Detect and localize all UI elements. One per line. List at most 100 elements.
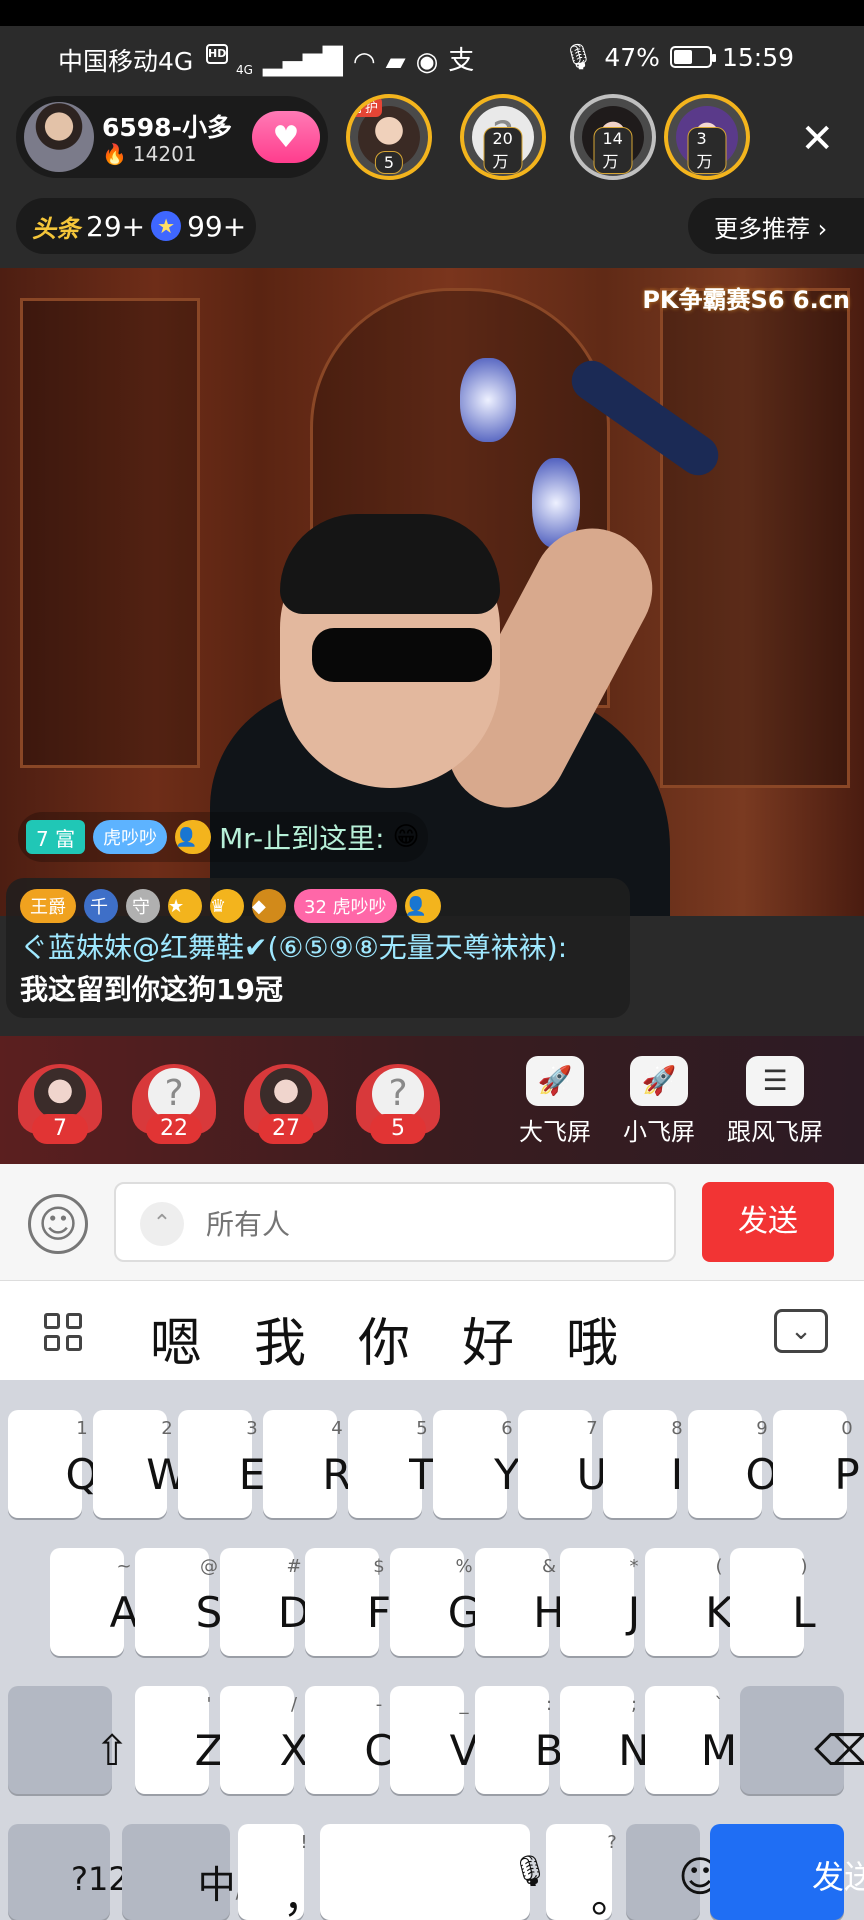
key-s[interactable]: @ S (135, 1548, 222, 1656)
battery-icon (669, 46, 716, 68)
chat-text: 我这留到你这狗19冠 (20, 973, 283, 1006)
alipay-icon: 支 (448, 46, 475, 76)
key-u[interactable]: 7U (518, 1410, 607, 1518)
guard-badge: 3万 (687, 127, 727, 174)
fire-icon: 🔥 (102, 142, 127, 166)
chat-emoji: 😁 (392, 822, 420, 852)
emoji-button[interactable]: ☺ (28, 1194, 88, 1254)
small-fly-screen-button[interactable]: 🚀 小飞屏 (614, 1056, 704, 1147)
space-key[interactable]: 🎙 (320, 1824, 549, 1920)
key-m[interactable]: ` M (645, 1686, 737, 1794)
key-f[interactable]: $ F (305, 1548, 391, 1656)
key-i[interactable]: 8I (603, 1410, 683, 1518)
key-x[interactable]: / X (220, 1686, 308, 1794)
guard-avatar-2[interactable]: ? 20万 (460, 94, 546, 180)
host-avatar[interactable] (24, 102, 94, 172)
star-count: 99+ (187, 209, 247, 243)
candidate-5[interactable]: 哦 (566, 1301, 618, 1376)
shift-key[interactable]: ⇧ (8, 1686, 130, 1794)
candidate-2[interactable]: 我 (254, 1301, 306, 1376)
rocket-icon: 🚀 (630, 1056, 688, 1106)
chat-message-2[interactable]: 王爵 千 守 ★ ♛ ◆ 32 虎吵吵 👤 ぐ蓝妹妹@红舞鞋✔(⑥⑤⑨⑧无量天尊… (6, 878, 630, 1018)
numeric-key[interactable]: ?123 (8, 1824, 149, 1920)
comma-key[interactable]: !， (238, 1824, 325, 1920)
key-r[interactable]: 4R (263, 1410, 352, 1518)
host-header: 6598-小多 🔥14201 ♥ 守护 5 ? 20万 14万 3万 ✕ 头条 … (0, 86, 864, 268)
candidate-3[interactable]: 你 (358, 1301, 410, 1376)
grid-icon[interactable] (44, 1313, 84, 1353)
key-o[interactable]: 9O (688, 1410, 779, 1518)
level-badge: 7 富 (26, 820, 86, 854)
camera-icon: ▰ (385, 47, 406, 77)
key-a[interactable]: ~ A (50, 1548, 138, 1656)
gift-count: 5 (370, 1114, 426, 1144)
keyboard-send-key[interactable]: 发送 (710, 1824, 864, 1920)
chat-username: Mr-止到这里: (219, 822, 385, 855)
gift-4[interactable]: ? 5 (348, 1058, 448, 1152)
toutiao-count: 29+ (86, 209, 146, 243)
guard-avatar-3[interactable]: 14万 (570, 94, 656, 180)
follow-button[interactable]: ♥ (252, 111, 320, 163)
backspace-key[interactable]: ⌫ (740, 1686, 864, 1794)
gift-1[interactable]: 7 (10, 1058, 110, 1152)
big-fly-screen-button[interactable]: 🚀 大飞屏 (510, 1056, 600, 1147)
guard-tag: 守护 (350, 98, 383, 117)
more-recommend-button[interactable]: 更多推荐 › (688, 198, 864, 254)
key-z[interactable]: ' Z (135, 1686, 223, 1794)
chat-message-1[interactable]: 7 富 虎吵吵 👤 Mr-止到这里: 😁 (18, 812, 428, 862)
candidate-4[interactable]: 好 (462, 1301, 514, 1376)
heart-icon: ♥ (272, 119, 300, 155)
follow-fly-screen-button[interactable]: ☰ 跟风飞屏 (716, 1056, 834, 1147)
key-p[interactable]: 0P (773, 1410, 860, 1518)
host-name: 6598-小多 (102, 113, 232, 142)
guard-avatar-4[interactable]: 3万 (664, 94, 750, 180)
chat-input-field[interactable]: ⌃ (114, 1182, 676, 1262)
chevron-up-icon[interactable]: ⌃ (140, 1202, 184, 1246)
key-t[interactable]: 5T (348, 1410, 435, 1518)
gift-bar: 7 ? 22 27 ? 5 🚀 大飞屏 🚀 小飞屏 ☰ 跟风飞屏 (0, 1036, 864, 1164)
crown-badge: ♛ (210, 889, 244, 923)
vase-1 (460, 358, 516, 442)
guard-avatar-1[interactable]: 守护 5 (346, 94, 432, 180)
candidate-1[interactable]: 嗯 (150, 1301, 202, 1376)
key-g[interactable]: % G (390, 1548, 480, 1656)
key-k[interactable]: (K (645, 1548, 733, 1656)
key-d[interactable]: # D (220, 1548, 310, 1656)
key-q[interactable]: 1Q (8, 1410, 99, 1518)
key-b[interactable]: :B (475, 1686, 563, 1794)
key-l[interactable]: ) L (730, 1548, 816, 1656)
gift-3[interactable]: 27 (236, 1058, 336, 1152)
live-room-screen: 中国移动4G HD 4G ▂▄▆█ ◠ ▰ ◉ 支 🎙 47% 15:59 65… (0, 0, 864, 1920)
guard-badge: 14万 (593, 127, 633, 174)
ime-candidate-bar: 嗯 我 你 好 哦 ⌄ (0, 1280, 864, 1380)
battery-percent: 47% (604, 42, 660, 72)
rocket-icon: 🚀 (526, 1056, 584, 1106)
chat-input[interactable] (206, 1202, 646, 1246)
language-key[interactable]: 中/英 (122, 1824, 262, 1920)
fan-badge: 32 虎吵吵 (294, 889, 397, 923)
signal-icons: 4G ▂▄▆█ ◠ ▰ ◉ 支 (236, 40, 474, 77)
collapse-keyboard-icon[interactable]: ⌄ (774, 1309, 828, 1353)
status-bar: 中国移动4G HD 4G ▂▄▆█ ◠ ▰ ◉ 支 🎙 47% 15:59 (0, 26, 864, 86)
key-c[interactable]: -C (305, 1686, 394, 1794)
host-info[interactable]: 6598-小多 🔥 14201 ♥ (16, 96, 328, 178)
key-y[interactable]: 6Y (433, 1410, 520, 1518)
keyboard: 1Q 2W 3E 4R 5T 6Y 7U 8I 9O 0P ~ A @ S # D $… (0, 1380, 864, 1920)
emoji-key[interactable]: ☺ (626, 1824, 722, 1920)
close-icon[interactable]: ✕ (800, 116, 834, 162)
wechat-icon: ◉ (415, 47, 439, 77)
stats-row[interactable]: 头条 29+ ★ 99+ (16, 198, 256, 254)
key-n[interactable]: ; N (560, 1686, 650, 1794)
key-w[interactable]: 2W (93, 1410, 188, 1518)
gift-count: 7 (32, 1114, 88, 1144)
key-v[interactable]: _ V (390, 1686, 478, 1794)
chat-username: ぐ蓝妹妹@红舞鞋✔(⑥⑤⑨⑧无量天尊袜袜): (20, 931, 568, 964)
fan-badge: 虎吵吵 (93, 820, 168, 854)
guard-shield-badge: 守 (126, 889, 160, 923)
key-j[interactable]: * J (560, 1548, 640, 1656)
key-e[interactable]: 3E (178, 1410, 265, 1518)
gift-2[interactable]: ? 22 (124, 1058, 224, 1152)
key-h[interactable]: & H (475, 1548, 565, 1656)
send-button[interactable]: 发送 (702, 1182, 834, 1262)
period-key[interactable]: ?。 (546, 1824, 633, 1920)
